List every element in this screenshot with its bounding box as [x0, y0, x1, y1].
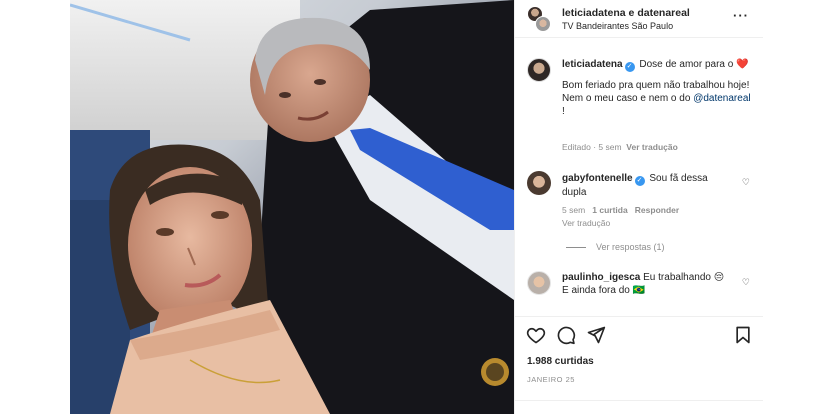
post-caption: leticiadatena ✓ Dose de amor para o ❤️ Bo…: [562, 58, 752, 125]
comment-text: Eu trabalhando: [643, 272, 711, 283]
bookmark-icon[interactable]: [733, 325, 753, 345]
like-heart-icon[interactable]: [526, 325, 546, 345]
divider: [566, 247, 586, 249]
post-photo[interactable]: [70, 0, 514, 414]
post-header: leticiadatena e datenareal TV Bandeirant…: [515, 0, 763, 38]
add-comment-area[interactable]: [515, 400, 763, 414]
caption-text: !: [562, 106, 565, 117]
mention-link[interactable]: @datenareal: [693, 93, 750, 104]
action-bar: [515, 316, 763, 352]
post-date[interactable]: JANEIRO 25: [527, 375, 575, 384]
avatar[interactable]: [527, 58, 551, 82]
post-authors: leticiadatena e datenareal: [562, 7, 690, 19]
comment-username[interactable]: paulinho_igesca: [562, 272, 640, 283]
see-translation-link[interactable]: Ver tradução: [626, 142, 678, 152]
comment: paulinho_igesca Eu trabalhando 😔 E ainda…: [562, 271, 732, 297]
comment-meta: 5 sem 1 curtida Responder: [562, 205, 679, 215]
view-replies-button[interactable]: Ver respostas (1): [566, 242, 665, 252]
author-connector: e: [625, 7, 638, 19]
brazil-flag-emoji: 🇧🇷: [632, 285, 646, 296]
author-username[interactable]: leticiadatena: [562, 7, 626, 19]
avatar: [535, 16, 551, 32]
edited-label: Editado: [562, 142, 591, 152]
avatar[interactable]: [527, 171, 551, 195]
author-username[interactable]: datenareal: [637, 7, 690, 19]
caption-meta: Editado · 5 sem Ver tradução: [562, 142, 678, 152]
verified-badge-icon: ✓: [634, 176, 645, 186]
collab-avatars[interactable]: [527, 6, 551, 32]
likes-count[interactable]: 1.988 curtidas: [527, 356, 594, 367]
post-detail-panel: leticiadatena e datenareal TV Bandeirant…: [514, 0, 763, 414]
see-translation-link[interactable]: Ver tradução: [562, 218, 610, 228]
comment-text: E ainda fora do: [562, 285, 630, 296]
selfie-image: [70, 0, 514, 414]
comment-icon[interactable]: [556, 325, 576, 345]
pensive-emoji: 😔: [713, 272, 725, 283]
like-comment-heart-icon[interactable]: ♡: [742, 177, 750, 188]
comment-username[interactable]: gabyfontenelle: [562, 173, 633, 184]
view-replies-label: Ver respostas (1): [596, 242, 665, 252]
comment: gabyfontenelle ✓ Sou fã dessa dupla: [562, 172, 732, 199]
more-horizontal-icon[interactable]: ···: [733, 9, 749, 22]
avatar[interactable]: [527, 271, 551, 295]
heart-emoji: ❤️: [736, 59, 749, 70]
caption-username[interactable]: leticiadatena: [562, 59, 623, 70]
post-location[interactable]: TV Bandeirantes São Paulo: [562, 21, 673, 31]
verified-badge-icon: ✓: [624, 62, 635, 72]
share-send-icon[interactable]: [586, 325, 606, 345]
like-comment-heart-icon[interactable]: ♡: [742, 277, 750, 288]
reply-button[interactable]: Responder: [635, 205, 679, 215]
caption-text: Dose de amor para o: [639, 59, 734, 70]
comment-likes[interactable]: 1 curtida: [592, 205, 627, 215]
timestamp[interactable]: 5 sem: [562, 205, 585, 215]
timestamp[interactable]: 5 sem: [598, 142, 621, 152]
